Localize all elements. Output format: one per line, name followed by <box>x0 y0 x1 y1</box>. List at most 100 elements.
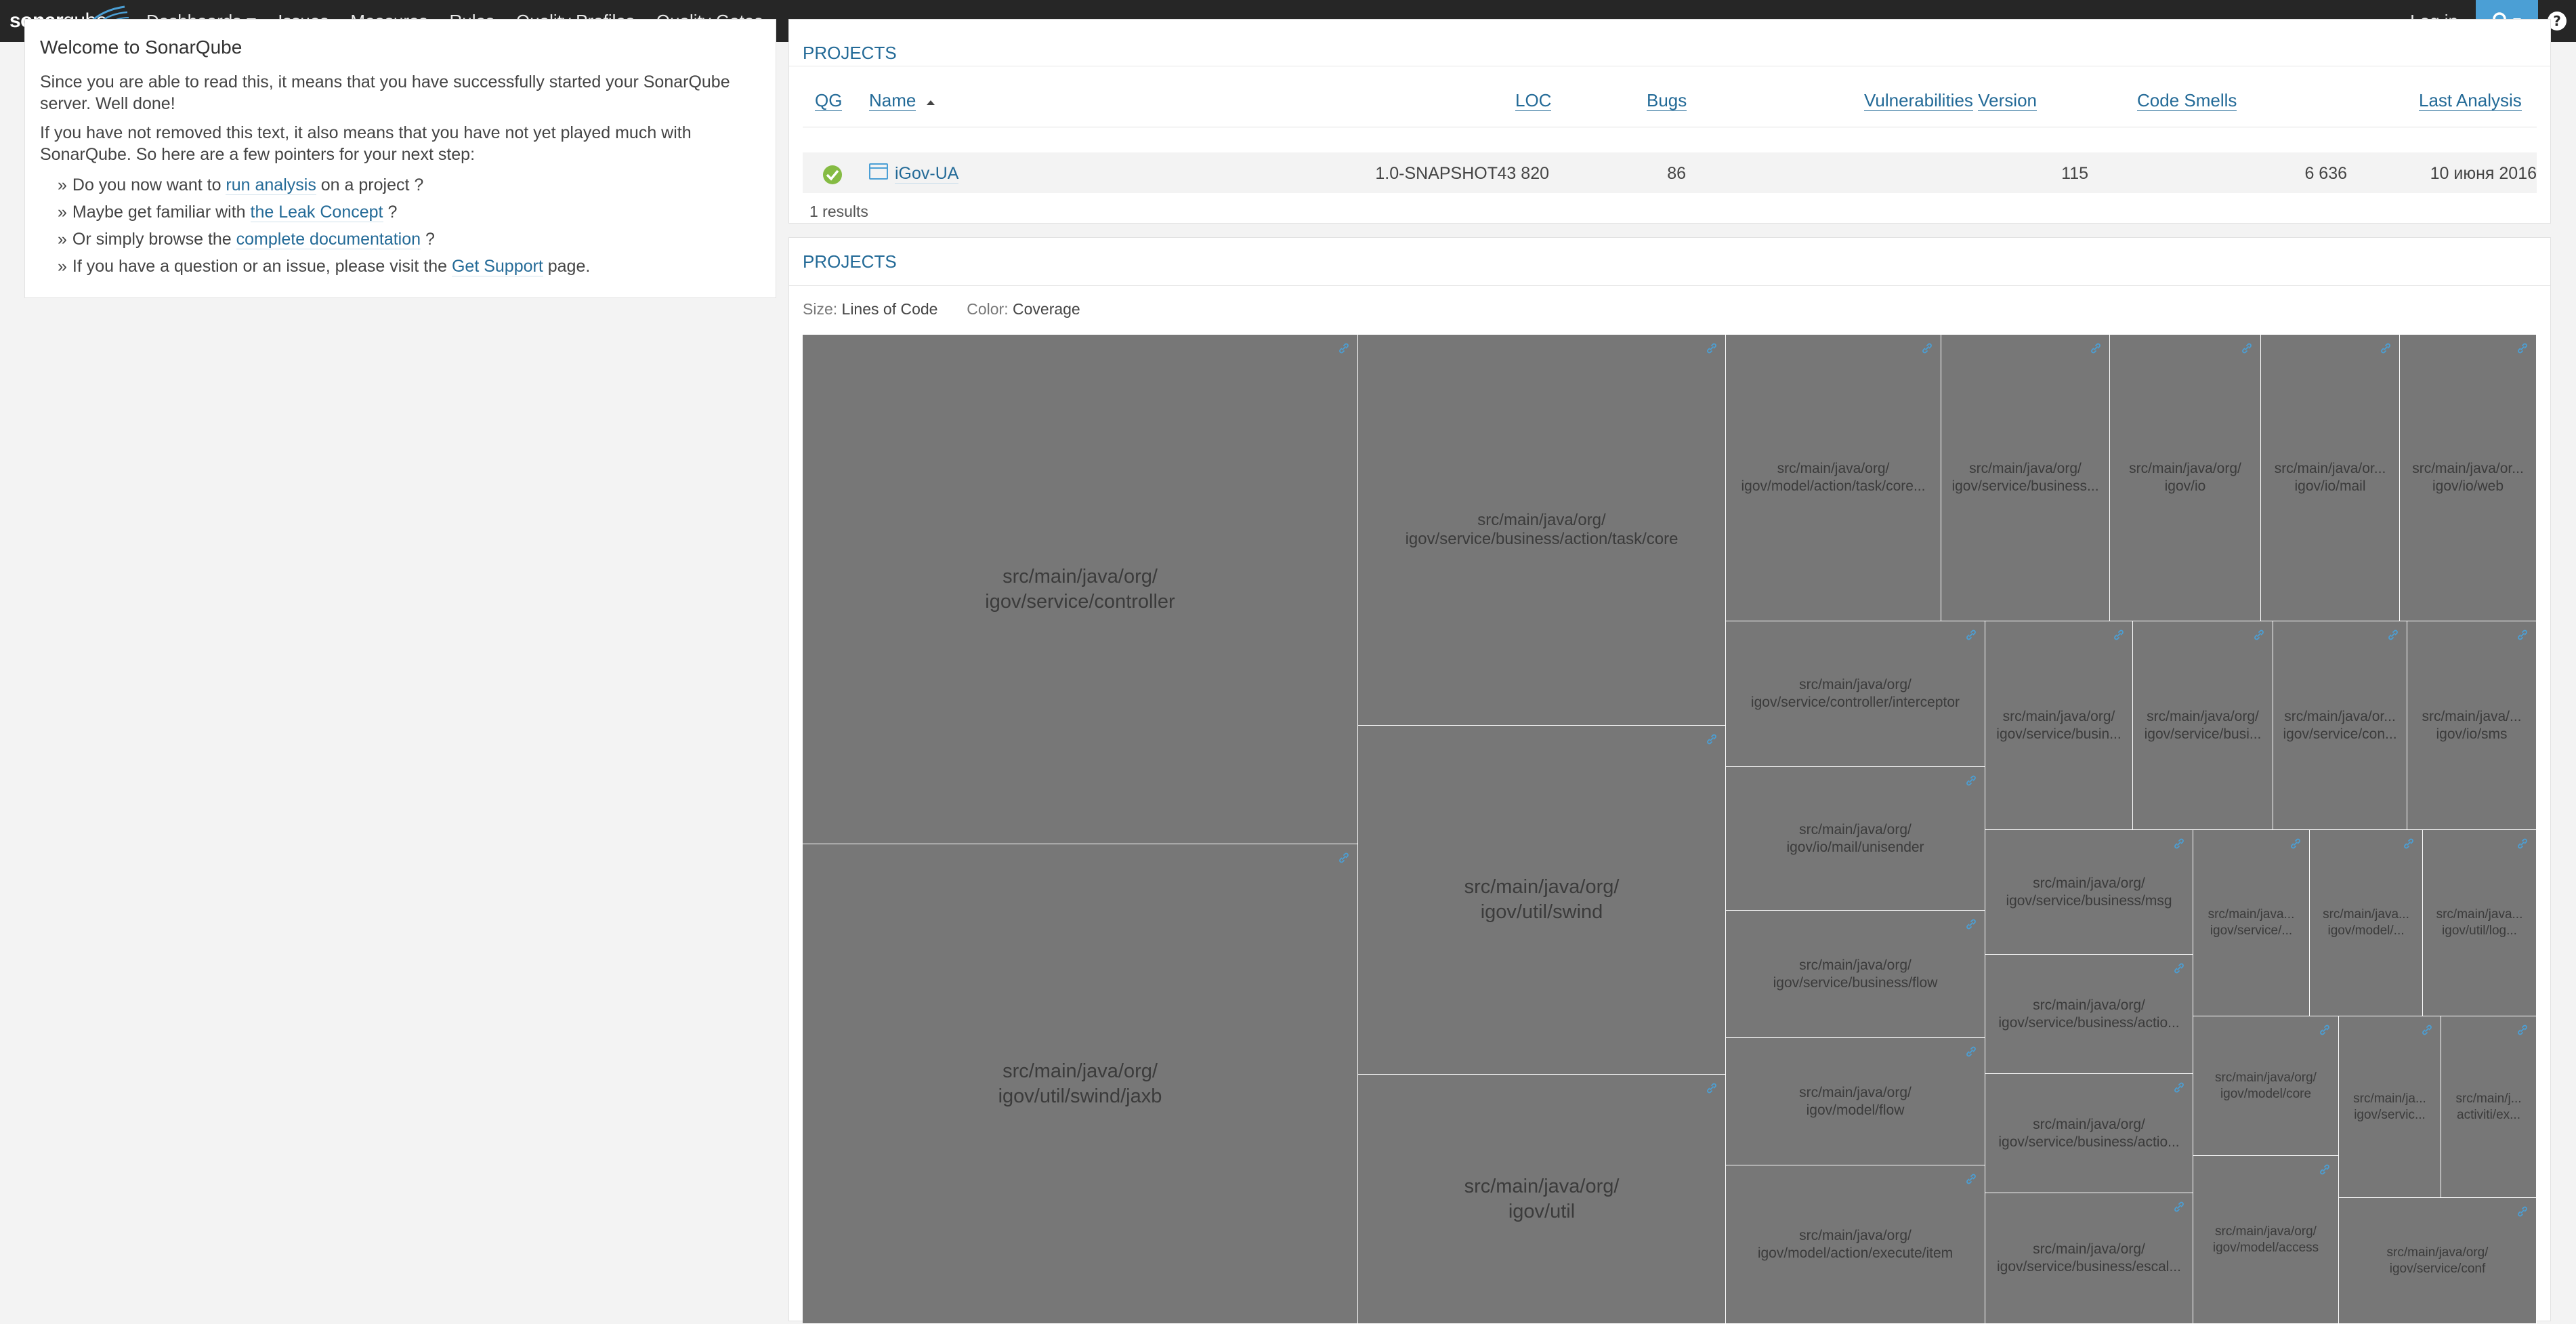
treemap-cell-label: src/main/java/or... igov/service/con... <box>2273 708 2407 743</box>
treemap-cell[interactable]: src/main/java/org/igov/model/access <box>2193 1156 2339 1324</box>
treemap-cell[interactable]: src/main/java/org/igov/service/business/… <box>1985 955 2193 1074</box>
treemap-cell-label-line: igov/service/... <box>2210 924 2293 938</box>
treemap-cell-label: src/main/java/org/igov/io <box>2110 460 2260 495</box>
link-icon[interactable] <box>2240 342 2254 358</box>
treemap-cell[interactable]: src/main/java/or... igov/io/web <box>2400 335 2537 621</box>
treemap-cell[interactable]: src/main/java/org/igov/service/busi... <box>2133 621 2273 830</box>
treemap-cell-label-line: src/main/java/org/ <box>1799 821 1912 837</box>
link-icon[interactable] <box>2386 628 2400 645</box>
treemap-cell[interactable]: src/main/java/org/igov/service/business/… <box>1985 1193 2193 1324</box>
run-analysis-link[interactable]: run analysis <box>226 175 316 195</box>
treemap-cell[interactable]: src/main/java/org/igov/service/business/… <box>1985 1074 2193 1193</box>
documentation-link[interactable]: complete documentation <box>236 230 421 249</box>
link-icon[interactable] <box>2516 837 2529 854</box>
treemap-cell-label-line: src/main/java/org/ <box>1002 1060 1158 1082</box>
link-icon[interactable] <box>2516 1205 2529 1222</box>
treemap-cell[interactable]: src/main/java/or... igov/service/con... <box>2273 621 2407 830</box>
link-icon[interactable] <box>1705 1081 1718 1098</box>
link-icon[interactable] <box>2420 1023 2434 1040</box>
link-icon[interactable] <box>2172 1081 2186 1098</box>
treemap-cell[interactable]: src/main/java/org/igov/service/controlle… <box>1726 621 1985 767</box>
treemap-cell[interactable]: src/main/java/org/igov/service/business/… <box>1358 335 1726 726</box>
column-header-name[interactable]: Name <box>869 90 936 111</box>
treemap-cell[interactable]: src/main/ja... igov/servic... <box>2339 1016 2441 1198</box>
project-name-link[interactable]: iGov-UA <box>895 164 959 184</box>
column-header-vulnerabilities[interactable]: Vulnerabilities <box>1864 90 1973 111</box>
link-icon[interactable] <box>1964 917 1978 934</box>
link-icon[interactable] <box>1964 1045 1978 1062</box>
bullet-icon: » <box>58 175 67 194</box>
link-icon[interactable] <box>2402 837 2415 854</box>
treemap-cell[interactable]: src/main/java... igov/service/... <box>2193 830 2310 1016</box>
column-header-bugs[interactable]: Bugs <box>1647 90 1687 111</box>
bullet-icon: » <box>58 257 67 276</box>
treemap-cell-label-line: igov/service/business... <box>1951 478 2099 494</box>
treemap-cell-label-line: igov/io/mail <box>2294 478 2366 494</box>
treemap-cell[interactable]: src/main/java/org/igov/service/business.… <box>1941 335 2110 621</box>
treemap-cell[interactable]: src/main/java/org/igov/service/conf <box>2339 1198 2537 1324</box>
treemap-cell-label: src/main/java/org/igov/service/controlle… <box>803 564 1357 615</box>
link-icon[interactable] <box>2379 342 2392 358</box>
treemap-cell-label-line: igov/service/business/actio... <box>1998 1014 2180 1031</box>
link-icon[interactable] <box>2516 628 2529 645</box>
link-icon[interactable] <box>1705 732 1718 749</box>
link-icon[interactable] <box>2112 628 2126 645</box>
treemap-cell[interactable]: src/main/java/org/igov/util <box>1358 1075 1726 1324</box>
treemap-cell[interactable]: src/main/java/org/igov/io/mail/unisender <box>1726 767 1985 911</box>
treemap-cell-label-line: igov/service/business/escal... <box>1997 1259 2181 1275</box>
treemap-cell[interactable]: src/main/java/org/igov/service/controlle… <box>803 335 1358 844</box>
link-icon[interactable] <box>1337 851 1351 868</box>
treemap-cell[interactable]: src/main/java/org/igov/model/action/exec… <box>1726 1165 1985 1324</box>
link-icon[interactable] <box>1964 628 1978 645</box>
link-icon[interactable] <box>1964 1172 1978 1189</box>
link-icon[interactable] <box>2318 1163 2331 1180</box>
treemap-cell-label: src/main/java/org/igov/service/busin... <box>1985 708 2132 743</box>
treemap-cell[interactable]: src/main/java/org/igov/util/swind/jaxb <box>803 844 1358 1324</box>
list-item: » Do you now want to run analysis on a pr… <box>58 171 590 199</box>
treemap-cell[interactable]: src/main/java/... igov/io/sms <box>2407 621 2537 830</box>
column-header-last-analysis[interactable]: Last Analysis <box>2419 90 2522 111</box>
link-icon[interactable] <box>1920 342 1934 358</box>
sort-ascending-icon <box>926 100 935 105</box>
treemap-cell[interactable]: src/main/java... igov/model/... <box>2310 830 2423 1016</box>
link-icon[interactable] <box>2089 342 2103 358</box>
treemap-cell[interactable]: src/main/java/org/igov/util/swind <box>1358 726 1726 1075</box>
column-header-version[interactable]: Version <box>1978 90 2037 111</box>
treemap-cell-label-line: src/main/java... <box>2436 907 2523 922</box>
leak-concept-link[interactable]: the Leak Concept <box>250 203 383 222</box>
link-icon[interactable] <box>1337 342 1351 358</box>
treemap-cell-label-line: src/main/java/org/ <box>1799 1227 1912 1243</box>
treemap-cell-label-line: src/main/java/or... <box>2412 461 2524 476</box>
treemap-cell-label-line: igov/io/web <box>2432 478 2504 494</box>
treemap-cell-label-line: src/main/j... <box>2455 1091 2522 1106</box>
quality-gate-passed-icon <box>823 165 842 184</box>
column-header-code-smells[interactable]: Code Smells <box>2137 90 2237 111</box>
treemap-cell-label: src/main/java/org/igov/model/action/task… <box>1726 460 1941 495</box>
treemap-cell[interactable]: src/main/java/org/igov/service/busin... <box>1985 621 2133 830</box>
link-icon[interactable] <box>2289 837 2302 854</box>
treemap-cell-label: src/main/ja... igov/servic... <box>2339 1091 2441 1123</box>
column-header-loc[interactable]: LOC <box>1515 90 1552 111</box>
link-icon[interactable] <box>2516 1023 2529 1040</box>
link-icon[interactable] <box>1964 774 1978 791</box>
link-icon[interactable] <box>2516 342 2529 358</box>
treemap-cell[interactable]: src/main/java/org/igov/service/business/… <box>1726 911 1985 1038</box>
link-icon[interactable] <box>2252 628 2266 645</box>
link-icon[interactable] <box>2172 1200 2186 1217</box>
get-support-link[interactable]: Get Support <box>451 257 543 276</box>
link-icon[interactable] <box>1705 342 1718 358</box>
treemap-cell[interactable]: src/main/java... igov/util/log... <box>2423 830 2537 1016</box>
treemap-cell[interactable]: src/main/java/org/igov/io <box>2110 335 2261 621</box>
treemap-cell[interactable]: src/main/java/org/igov/model/flow <box>1726 1038 1985 1165</box>
treemap-cell[interactable]: src/main/java/or... igov/io/mail <box>2261 335 2400 621</box>
results-count: 1 results <box>809 203 868 220</box>
treemap-cell[interactable]: src/main/java/org/igov/model/core <box>2193 1016 2339 1156</box>
treemap-cell-label-line: src/main/java/org/ <box>1777 461 1890 476</box>
treemap-cell[interactable]: src/main/java/org/igov/service/business/… <box>1985 830 2193 955</box>
link-icon[interactable] <box>2172 961 2186 978</box>
link-icon[interactable] <box>2318 1023 2331 1040</box>
link-icon[interactable] <box>2172 837 2186 854</box>
treemap-cell[interactable]: src/main/java/org/igov/model/action/task… <box>1726 335 1941 621</box>
column-header-qg[interactable]: QG <box>815 90 843 111</box>
treemap-cell[interactable]: src/main/j... activiti/ex... <box>2441 1016 2537 1198</box>
